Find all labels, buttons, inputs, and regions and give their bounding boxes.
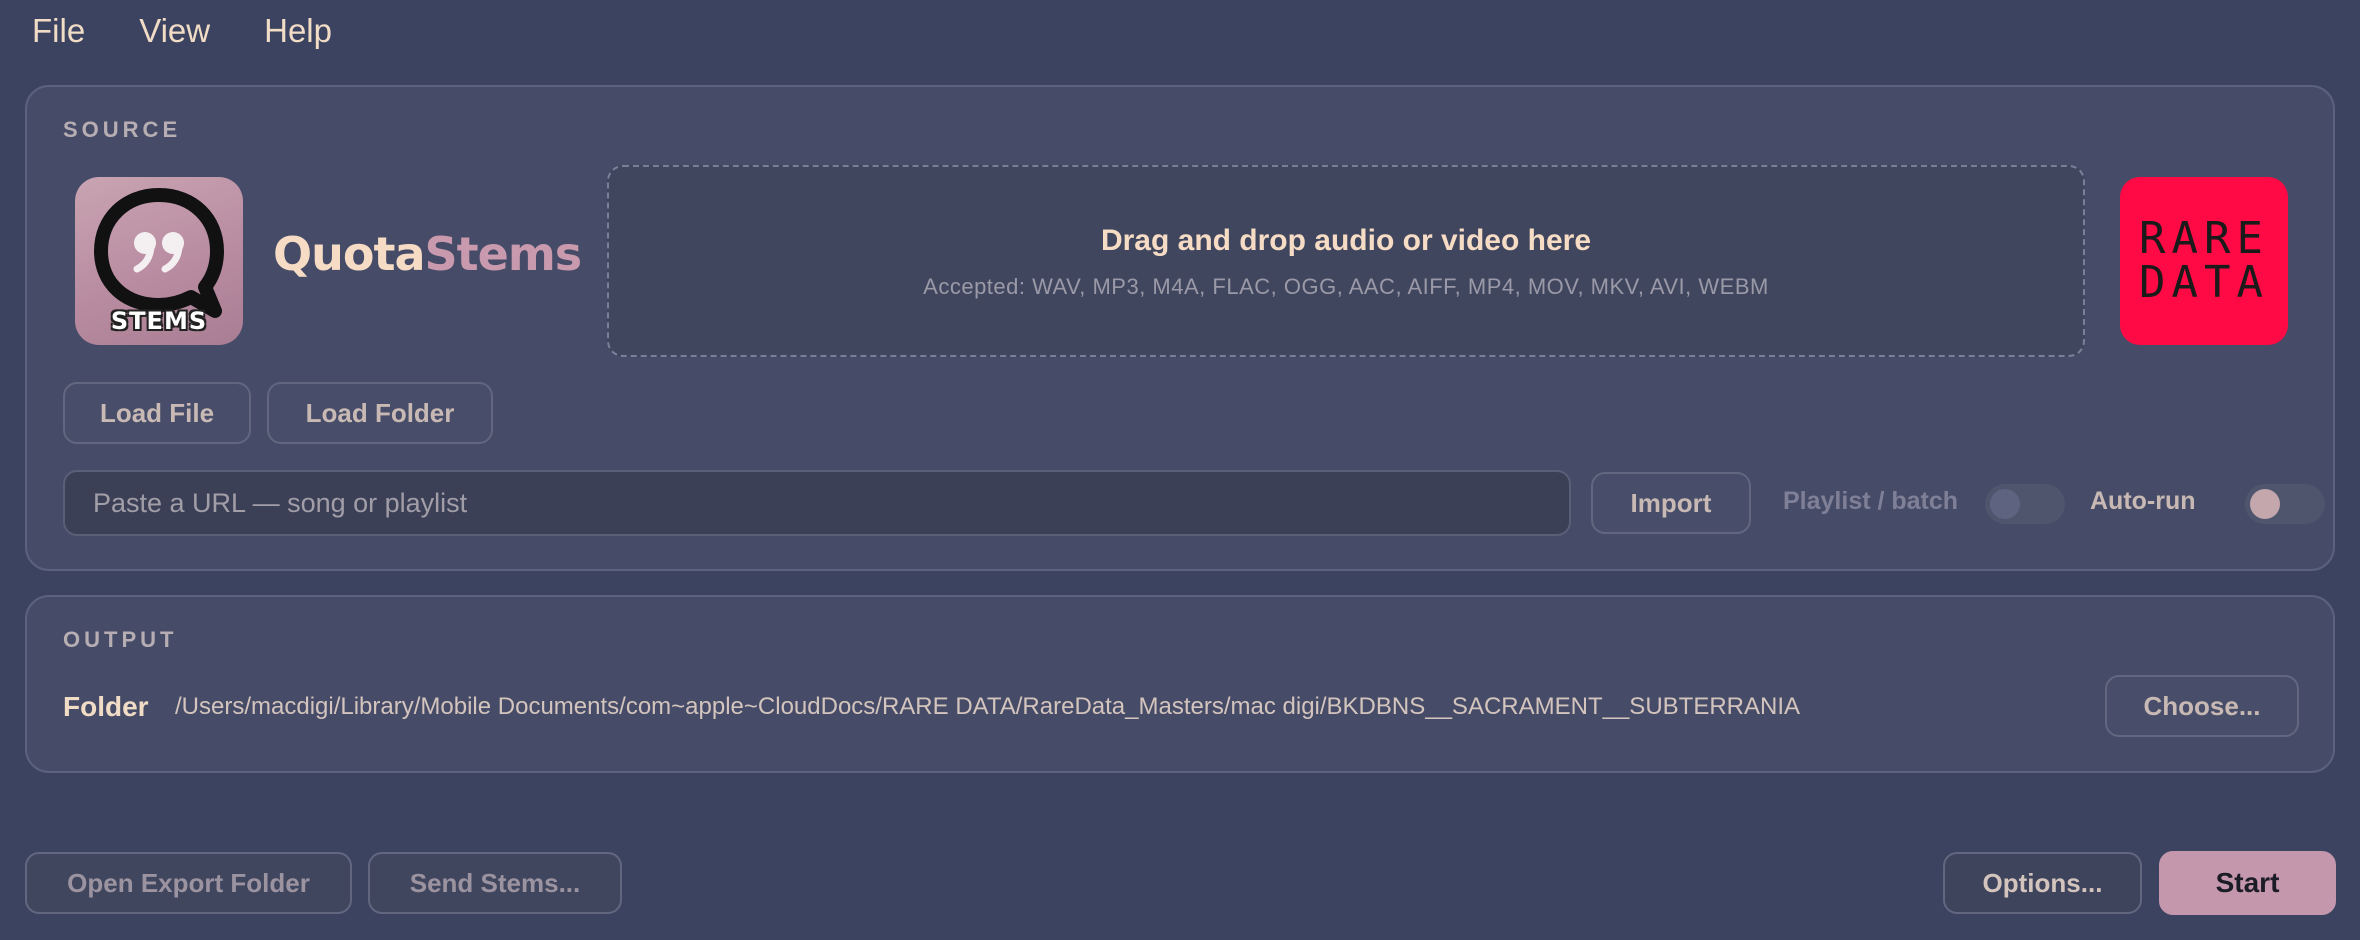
brand-name-part1: Quota — [273, 227, 425, 281]
playlist-batch-toggle[interactable] — [1985, 484, 2065, 524]
drop-zone-title: Drag and drop audio or video here — [1100, 224, 1592, 257]
playlist-batch-label: Playlist / batch — [1783, 487, 1959, 515]
send-stems-button[interactable]: Send Stems... — [368, 852, 622, 914]
load-file-button[interactable]: Load File — [63, 382, 251, 444]
drop-zone[interactable]: Drag and drop audio or video here Accept… — [607, 165, 2085, 357]
auto-run-label: Auto-run — [2090, 487, 2196, 515]
output-panel: OUTPUT Folder /Users/macdigi/Library/Mob… — [25, 595, 2335, 773]
menu-file[interactable]: File — [32, 0, 85, 62]
options-button[interactable]: Options... — [1943, 852, 2142, 914]
import-button[interactable]: Import — [1591, 472, 1751, 534]
open-export-folder-button[interactable]: Open Export Folder — [25, 852, 352, 914]
output-section-label: OUTPUT — [63, 627, 178, 652]
source-panel: SOURCE STEMS QuotaStems Drag and drop au… — [25, 85, 2335, 571]
rare-data-logo: RARE DATA — [2120, 177, 2288, 345]
brand-name-part2: Stems — [424, 227, 583, 281]
menu-view[interactable]: View — [139, 0, 210, 62]
app-icon: STEMS — [75, 177, 243, 345]
url-input[interactable] — [63, 470, 1571, 536]
menu-bar: File View Help — [0, 0, 2360, 62]
folder-label: Folder — [63, 691, 149, 722]
playlist-batch-toggle-knob — [1990, 489, 2020, 519]
drop-zone-accepted-formats: Accepted: WAV, MP3, M4A, FLAC, OGG, AAC,… — [923, 274, 1769, 299]
auto-run-toggle-knob — [2250, 489, 2280, 519]
load-folder-button[interactable]: Load Folder — [267, 382, 493, 444]
rare-data-logo-line1: RARE — [2139, 213, 2269, 264]
menu-help[interactable]: Help — [264, 0, 332, 62]
folder-path: /Users/macdigi/Library/Mobile Documents/… — [175, 693, 1801, 720]
app-icon-label: STEMS — [110, 307, 208, 335]
source-section-label: SOURCE — [63, 117, 182, 142]
rare-data-logo-line2: DATA — [2139, 257, 2269, 308]
auto-run-toggle[interactable] — [2245, 484, 2325, 524]
brand-name: QuotaStems — [273, 227, 583, 281]
start-button[interactable]: Start — [2159, 851, 2336, 915]
choose-folder-button[interactable]: Choose... — [2105, 675, 2299, 737]
